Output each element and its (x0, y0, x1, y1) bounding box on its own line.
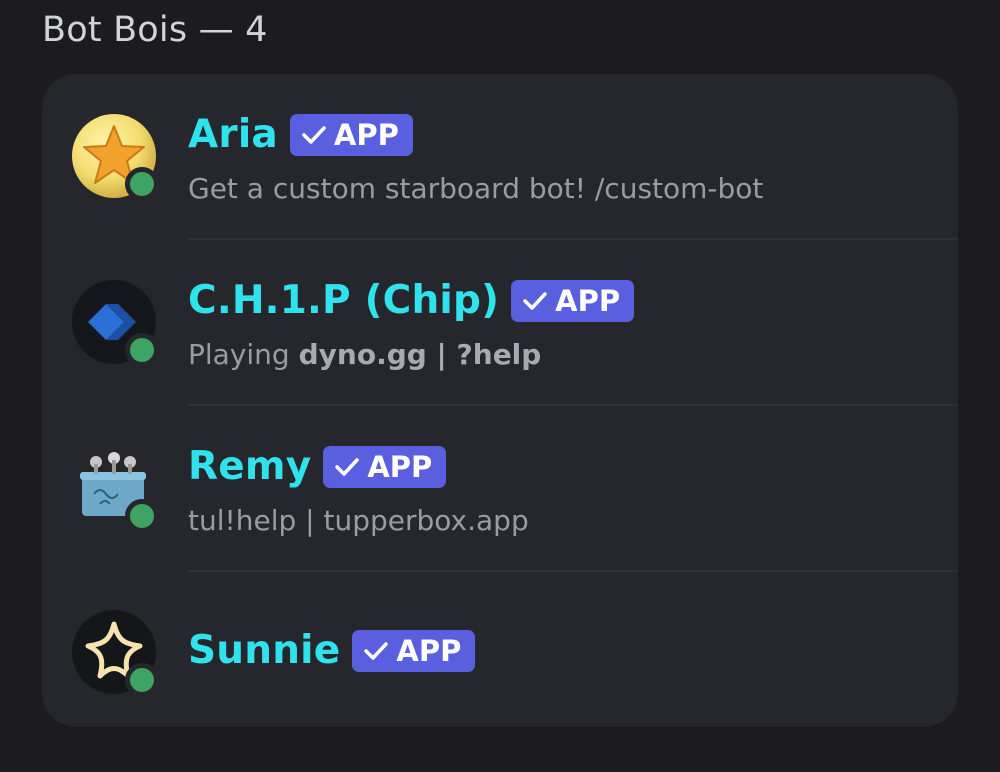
member-name: C.H.1.P (Chip) (188, 278, 500, 323)
member-name-row: Remy APP (188, 444, 447, 489)
avatar[interactable] (72, 446, 159, 533)
member-status: tul!help | tupperbox.app (188, 504, 529, 537)
online-status-dot (125, 499, 159, 533)
online-status-dot (125, 167, 159, 201)
avatar[interactable] (72, 610, 159, 697)
member-name-row: C.H.1.P (Chip) APP (188, 278, 635, 323)
member-name: Remy (188, 444, 312, 489)
checkmark-icon (364, 641, 389, 661)
app-badge: APP (289, 113, 413, 156)
member-name-row: Sunnie APP (188, 628, 476, 673)
member-item-aria[interactable]: Aria APP Get a custom starboard bot! /cu… (42, 74, 958, 240)
member-item-sunnie[interactable]: Sunnie APP (42, 572, 958, 727)
app-badge: APP (352, 629, 476, 672)
app-badge-label: APP (396, 633, 462, 668)
app-badge: APP (511, 279, 635, 322)
checkmark-icon (523, 291, 547, 311)
member-item-chip[interactable]: C.H.1.P (Chip) APP Playing dyno.gg | ?he… (42, 240, 958, 406)
member-name: Sunnie (188, 628, 341, 673)
member-status: Playing dyno.gg | ?help (188, 338, 541, 371)
app-badge: APP (323, 445, 447, 488)
member-list-card: Aria APP Get a custom starboard bot! /cu… (42, 74, 958, 727)
member-name-row: Aria APP (188, 112, 413, 157)
avatar[interactable] (72, 280, 159, 367)
checkmark-icon (302, 125, 326, 145)
app-badge-label: APP (333, 117, 399, 152)
member-group-header: Bot Bois — 4 (42, 10, 268, 50)
activity-name: dyno.gg | ?help (298, 338, 542, 371)
app-badge-label: APP (367, 449, 433, 484)
member-item-remy[interactable]: Remy APP tul!help | tupperbox.app (42, 406, 958, 572)
app-badge-label: APP (555, 283, 621, 318)
avatar[interactable] (72, 114, 159, 201)
online-status-dot (125, 333, 159, 367)
member-status: Get a custom starboard bot! /custom-bot (188, 172, 764, 205)
member-name: Aria (188, 112, 278, 157)
online-status-dot (125, 663, 159, 697)
checkmark-icon (335, 457, 360, 477)
activity-prefix: Playing (188, 338, 290, 371)
